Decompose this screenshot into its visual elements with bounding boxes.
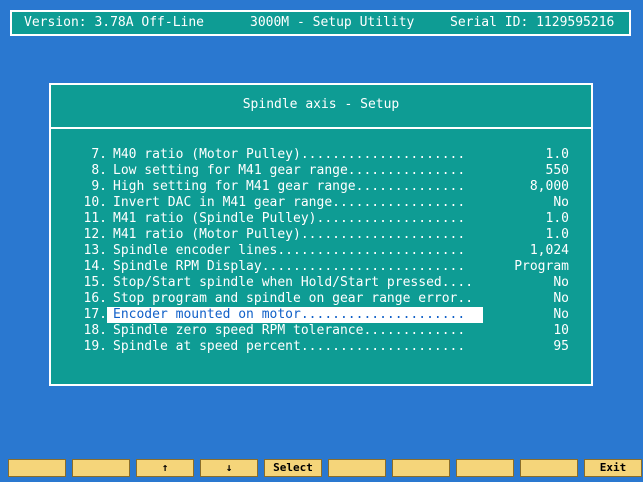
setting-label: Spindle zero speed RPM tolerance........… [113, 323, 466, 338]
setting-label: Low setting for M41 gear range..........… [113, 163, 466, 178]
down-arrow-key[interactable]: ↓ [200, 459, 258, 477]
setting-row[interactable]: 15. Stop/Start spindle when Hold/Start pr… [51, 275, 591, 291]
setting-value: 95 [553, 339, 569, 354]
dialog-divider [51, 127, 591, 129]
setting-row[interactable]: 18. Spindle zero speed RPM tolerance.....… [51, 323, 591, 339]
setting-value: 1,024 [529, 243, 569, 258]
setting-number: 19. [83, 339, 107, 354]
setting-number: 16. [83, 291, 107, 306]
setting-label: M41 ratio (Motor Pulley)................… [113, 227, 466, 242]
setting-row[interactable]: 8. Low setting for M41 gear range........… [51, 163, 591, 179]
setting-label: Stop program and spindle on gear range e… [113, 291, 474, 306]
setting-row[interactable]: 7. M40 ratio (Motor Pulley)..............… [51, 147, 591, 163]
setting-label: High setting for M41 gear range.........… [113, 179, 466, 194]
setting-number: 12. [83, 227, 107, 242]
setting-value: Program [514, 259, 569, 274]
f9-key[interactable] [520, 459, 578, 477]
setting-value: 550 [545, 163, 569, 178]
setting-row[interactable]: 10. Invert DAC in M41 gear range.........… [51, 195, 591, 211]
setting-number: 11. [83, 211, 107, 226]
setting-number: 15. [83, 275, 107, 290]
setting-row[interactable]: 19. Spindle at speed percent.............… [51, 339, 591, 355]
setting-label: Stop/Start spindle when Hold/Start press… [113, 275, 474, 290]
spindle-axis-setup-dialog: Spindle axis - Setup 7. M40 ratio (Motor … [49, 83, 593, 386]
setting-number: 18. [83, 323, 107, 338]
setting-value: No [553, 275, 569, 290]
setting-value: 1.0 [545, 227, 569, 242]
function-key-bar: ↑ ↓ Select Exit [8, 459, 642, 477]
setting-label: Spindle at speed percent................… [113, 339, 466, 354]
setting-row[interactable]: 12. M41 ratio (Motor Pulley).............… [51, 227, 591, 243]
title-bar: Version: 3.78A Off-Line 3000M - Setup Ut… [10, 10, 631, 36]
setting-value: 8,000 [529, 179, 569, 194]
setting-value: 1.0 [545, 211, 569, 226]
dialog-title: Spindle axis - Setup [242, 97, 400, 112]
version-label: Version: 3.78A Off-Line [24, 15, 205, 30]
f1-key[interactable] [8, 459, 66, 477]
up-arrow-key[interactable]: ↑ [136, 459, 194, 477]
f8-key[interactable] [456, 459, 514, 477]
select-key[interactable]: Select [264, 459, 322, 477]
setting-label: Encoder mounted on motor................… [107, 307, 483, 323]
setting-label: M41 ratio (Spindle Pulley)..............… [113, 211, 466, 226]
setting-value: 10 [553, 323, 569, 338]
setting-label: Invert DAC in M41 gear range............… [113, 195, 466, 210]
setup-utility-screen: Version: 3.78A Off-Line 3000M - Setup Ut… [0, 0, 643, 482]
setting-row[interactable]: 11. M41 ratio (Spindle Pulley)...........… [51, 211, 591, 227]
setting-number: 17. [83, 307, 107, 322]
setting-number: 13. [83, 243, 107, 258]
setting-number: 8. [91, 163, 107, 178]
setting-label: Spindle RPM Display.....................… [113, 259, 466, 274]
setting-number: 7. [91, 147, 107, 162]
serial-id-label: Serial ID: 1129595216 [450, 15, 615, 30]
setting-value: No [553, 195, 569, 210]
setting-label: Spindle encoder lines...................… [113, 243, 466, 258]
app-title: 3000M - Setup Utility [250, 15, 415, 30]
setting-row[interactable]: 16. Stop program and spindle on gear rang… [51, 291, 591, 307]
setting-value: 1.0 [545, 147, 569, 162]
f2-key[interactable] [72, 459, 130, 477]
setting-number: 9. [91, 179, 107, 194]
f7-key[interactable] [392, 459, 450, 477]
setting-value: No [553, 307, 569, 322]
setting-number: 14. [83, 259, 107, 274]
setting-row[interactable]: 9. High setting for M41 gear range.......… [51, 179, 591, 195]
setting-row[interactable]: 17. Encoder mounted on motor.............… [51, 307, 591, 323]
exit-key[interactable]: Exit [584, 459, 642, 477]
setting-number: 10. [83, 195, 107, 210]
setting-value: No [553, 291, 569, 306]
setting-row[interactable]: 14. Spindle RPM Display..................… [51, 259, 591, 275]
setting-label: M40 ratio (Motor Pulley)................… [113, 147, 466, 162]
f6-key[interactable] [328, 459, 386, 477]
setting-row[interactable]: 13. Spindle encoder lines................… [51, 243, 591, 259]
